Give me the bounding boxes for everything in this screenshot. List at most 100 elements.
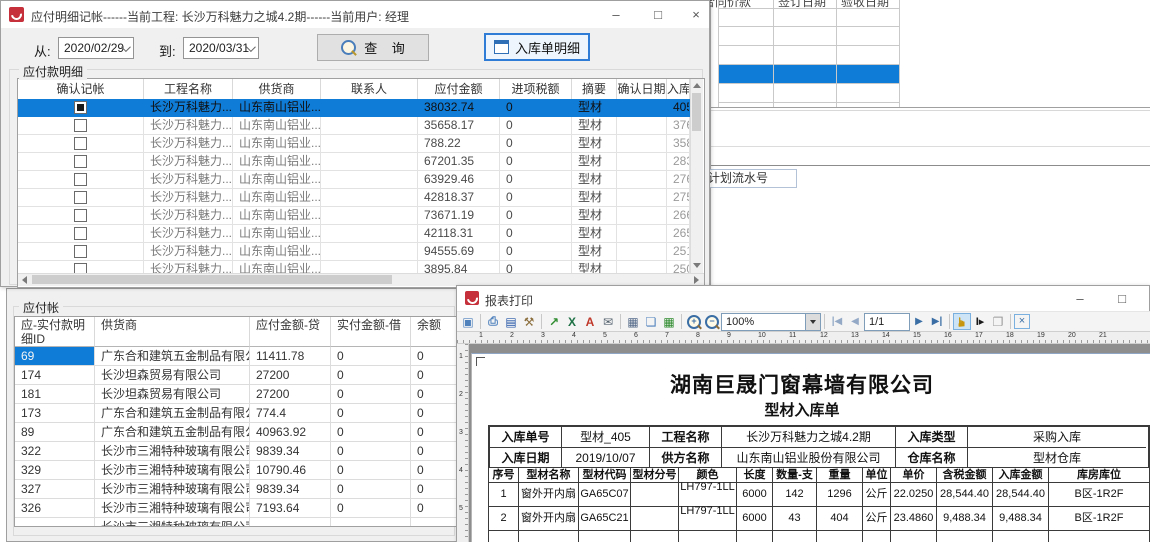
table-row[interactable]: 长沙万科魅力...山东南山铝业...73671.190型材266 <box>18 207 690 225</box>
amount-cell[interactable]: 67201.35 <box>418 153 500 171</box>
project-cell[interactable]: 长沙万科魅力... <box>144 99 233 117</box>
table-row[interactable]: 长沙万科魅力...山东南山铝业...42818.370型材275 <box>18 189 690 207</box>
tax-cell[interactable]: 0 <box>500 207 572 225</box>
page-number-field[interactable]: 1/1 <box>864 313 910 331</box>
confirm-date-cell[interactable] <box>617 99 667 117</box>
credit-amount-cell[interactable]: 774.4 <box>250 404 331 423</box>
contact-cell[interactable] <box>321 207 418 225</box>
credit-amount-cell[interactable]: 40963.92 <box>250 423 331 442</box>
supplier-cell[interactable]: 长沙市三湘特种玻璃有限公司 <box>95 442 250 461</box>
debit-amount-cell[interactable] <box>331 518 411 526</box>
column-header[interactable]: 工程名称 <box>144 79 233 100</box>
balance-cell[interactable]: 0 <box>411 347 458 366</box>
detail-id-cell[interactable]: 322 <box>15 442 95 461</box>
close-button[interactable]: × <box>681 4 711 26</box>
horizontal-scroll-thumb[interactable] <box>32 275 392 284</box>
print-icon[interactable]: ⎙ <box>484 313 502 330</box>
vertical-scrollbar[interactable] <box>690 79 703 273</box>
debit-amount-cell[interactable]: 0 <box>331 366 411 385</box>
project-cell[interactable]: 长沙万科魅力... <box>144 117 233 135</box>
from-date-combo[interactable]: 2020/02/29 <box>58 37 134 59</box>
summary-cell[interactable]: 型材 <box>572 243 617 261</box>
tax-cell[interactable]: 0 <box>500 135 572 153</box>
receipt-detail-button[interactable]: 入库单明细 <box>484 33 590 61</box>
summary-cell[interactable]: 型材 <box>572 189 617 207</box>
column-header[interactable]: 余额 <box>411 317 458 347</box>
debit-amount-cell[interactable]: 0 <box>331 480 411 499</box>
column-header[interactable]: 确认记帐 <box>18 79 144 100</box>
credit-amount-cell[interactable]: 27200 <box>250 366 331 385</box>
detail-id-cell[interactable]: 69 <box>15 347 95 366</box>
minimize-button[interactable]: – <box>1065 288 1095 310</box>
project-cell[interactable]: 长沙万科魅力... <box>144 135 233 153</box>
supplier-cell[interactable]: 山东南山铝业... <box>233 99 321 117</box>
confirm-cell[interactable] <box>18 189 144 207</box>
checkbox[interactable] <box>74 155 87 168</box>
column-header[interactable]: 入库 <box>667 79 690 100</box>
confirm-date-cell[interactable] <box>617 225 667 243</box>
supplier-cell[interactable]: 山东南山铝业... <box>233 225 321 243</box>
contact-cell[interactable] <box>321 261 418 273</box>
table-row[interactable]: 89广东合和建筑五金制品有限公司40963.9200 <box>15 423 458 442</box>
debit-amount-cell[interactable]: 0 <box>331 404 411 423</box>
table-row[interactable]: 181长沙坦森贸易有限公司2720000 <box>15 385 458 404</box>
amount-cell[interactable]: 94555.69 <box>418 243 500 261</box>
project-cell[interactable]: 长沙万科魅力... <box>144 261 233 273</box>
supplier-cell[interactable]: 长沙市三湘特种玻璃有限公司 <box>95 480 250 499</box>
column-header[interactable]: 联系人 <box>321 79 418 100</box>
summary-cell[interactable]: 型材 <box>572 153 617 171</box>
table-row[interactable]: 327长沙市三湘特种玻璃有限公司9839.3400 <box>15 480 458 499</box>
detail-id-cell[interactable]: 173 <box>15 404 95 423</box>
table-row[interactable]: 69广东合和建筑五金制品有限公司11411.7800 <box>15 347 458 366</box>
zoom-in-icon[interactable]: + <box>685 313 703 330</box>
supplier-cell[interactable]: 长沙市三湘特种玻璃有限公司 <box>95 499 250 518</box>
receipt-cell[interactable]: 376 <box>667 117 690 135</box>
debit-amount-cell[interactable]: 0 <box>331 499 411 518</box>
summary-cell[interactable]: 型材 <box>572 117 617 135</box>
first-page-button[interactable]: |◀ <box>828 313 846 330</box>
supplier-cell[interactable]: 山东南山铝业... <box>233 117 321 135</box>
column-header[interactable]: 确认日期 <box>617 79 667 100</box>
supplier-cell[interactable]: 长沙坦森贸易有限公司 <box>95 385 250 404</box>
confirm-date-cell[interactable] <box>617 189 667 207</box>
detail-id-cell[interactable]: 327 <box>15 480 95 499</box>
table-row[interactable]: 长沙万科魅力...山东南山铝业...63929.460型材276 <box>18 171 690 189</box>
amount-cell[interactable]: 3895.84 <box>418 261 500 273</box>
scroll-up-icon[interactable] <box>693 83 701 88</box>
column-header[interactable]: 供货商 <box>95 317 250 347</box>
plan-serial-field[interactable]: 计划流水号 <box>705 169 797 188</box>
save-icon[interactable]: ▦ <box>624 313 642 330</box>
vertical-scroll-thumb[interactable] <box>692 93 701 131</box>
confirm-cell[interactable] <box>18 261 144 273</box>
table-row[interactable]: 长沙万科魅力...山东南山铝业...94555.690型材251 <box>18 243 690 261</box>
tax-cell[interactable]: 0 <box>500 243 572 261</box>
credit-amount-cell[interactable]: 9839.34 <box>250 442 331 461</box>
table-row[interactable]: 长沙万科魅力...山东南山铝业...3895.840型材250 <box>18 261 690 273</box>
confirm-cell[interactable] <box>18 99 144 117</box>
table-row[interactable]: 长沙万科魅力...山东南山铝业...35658.170型材376 <box>18 117 690 135</box>
settings-icon[interactable]: ⚒ <box>520 313 538 330</box>
table-row[interactable]: 329长沙市三湘特种玻璃有限公司10790.4600 <box>15 461 458 480</box>
supplier-cell[interactable]: 山东南山铝业... <box>233 171 321 189</box>
receipt-cell[interactable]: 251 <box>667 243 690 261</box>
table-row[interactable]: 长沙万科魅力...山东南山铝业...67201.350型材283 <box>18 153 690 171</box>
amount-cell[interactable]: 42118.31 <box>418 225 500 243</box>
bg-table-row[interactable] <box>718 27 899 46</box>
column-header[interactable]: 实付金额-借 <box>331 317 411 347</box>
supplier-cell[interactable]: 山东南山铝业... <box>233 189 321 207</box>
summary-cell[interactable]: 型材 <box>572 261 617 273</box>
contact-cell[interactable] <box>321 171 418 189</box>
table-row[interactable]: 长沙万科魅力...山东南山铝业...788.220型材358 <box>18 135 690 153</box>
receipt-cell[interactable]: 276 <box>667 171 690 189</box>
project-cell[interactable]: 长沙万科魅力... <box>144 153 233 171</box>
preview-window-icon[interactable]: ▣ <box>459 313 477 330</box>
tax-cell[interactable]: 0 <box>500 117 572 135</box>
receipt-cell[interactable]: 250 <box>667 261 690 273</box>
credit-amount-cell[interactable]: 11411.78 <box>250 347 331 366</box>
amount-cell[interactable]: 63929.46 <box>418 171 500 189</box>
prev-page-button[interactable]: ◀ <box>846 313 864 330</box>
project-cell[interactable]: 长沙万科魅力... <box>144 189 233 207</box>
credit-amount-cell[interactable] <box>250 518 331 526</box>
maximize-button[interactable]: □ <box>643 4 673 26</box>
detail-id-cell[interactable]: 181 <box>15 385 95 404</box>
